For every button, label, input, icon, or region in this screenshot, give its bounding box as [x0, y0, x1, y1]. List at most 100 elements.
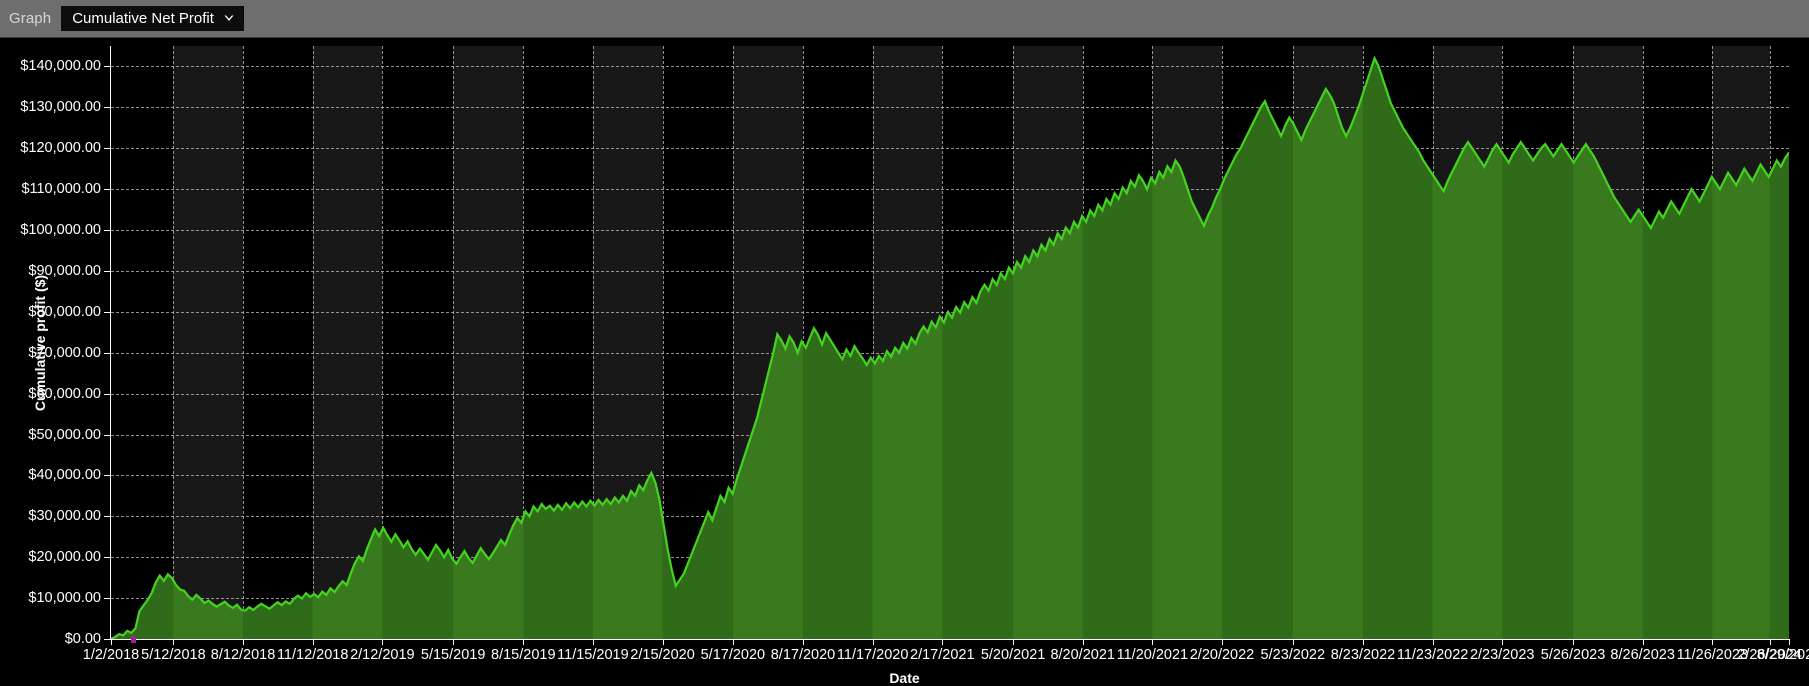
y-axis-label: $30,000.00: [28, 508, 101, 525]
y-axis-tick: [104, 639, 110, 640]
chart-window: Graph Cumulative Net Profit Cumulative p…: [0, 0, 1809, 686]
x-axis-label: 5/20/2021: [980, 647, 1046, 663]
x-axis-label: 2/23/2023: [1469, 647, 1535, 663]
x-axis-label: 5/26/2023: [1540, 647, 1606, 663]
x-axis-tick: [243, 639, 245, 645]
chevron-down-icon: [223, 12, 235, 24]
x-axis-tick: [872, 639, 874, 645]
y-axis-label: $0.00: [64, 631, 101, 647]
x-axis-tick: [1573, 639, 1575, 645]
x-axis-tick: [1502, 639, 1504, 645]
x-axis-label: 5/15/2019: [420, 647, 486, 663]
trade-start-marker: [131, 636, 137, 643]
y-axis-label: $40,000.00: [28, 467, 101, 484]
toolbar: Graph Cumulative Net Profit: [0, 0, 1809, 38]
area-fill-band: [1013, 58, 1083, 639]
x-axis-tick: [1769, 639, 1771, 645]
y-axis-label: $60,000.00: [28, 385, 101, 402]
x-axis-labels: 1/2/2018 5/12/2018 8/12/2018 11/12/2018 2/12…: [0, 647, 1809, 669]
x-axis-line: [110, 639, 1789, 640]
y-axis-tick: [104, 352, 110, 354]
area-fill-band: [872, 58, 943, 639]
y-axis-label: $70,000.00: [28, 344, 101, 361]
x-axis-tick: [453, 639, 455, 645]
x-axis-label: 5/23/2022: [1260, 647, 1326, 663]
area-fill-band: [453, 58, 524, 639]
y-axis-tick: [104, 475, 110, 477]
x-axis-tick: [1432, 639, 1434, 645]
x-axis-title: Date: [889, 670, 920, 686]
y-axis-label: $120,000.00: [20, 140, 101, 157]
x-axis-tick: [1222, 639, 1223, 645]
y-axis-tick: [104, 107, 110, 109]
x-axis-label: 8/15/2019: [491, 647, 556, 663]
area-fill-band: [1712, 58, 1770, 639]
y-axis-label: $20,000.00: [28, 549, 101, 566]
x-axis-tick: [1013, 639, 1015, 645]
x-axis-tick: [803, 639, 804, 645]
area-fill-band: [1573, 58, 1643, 639]
y-axis-tick: [104, 557, 110, 559]
area-fill-band: [312, 58, 383, 639]
graph-type-select-value: Cumulative Net Profit: [72, 10, 214, 27]
y-axis-label: $10,000.00: [28, 590, 101, 607]
x-axis-tick: [1152, 639, 1154, 645]
x-axis-label: 11/15/2019: [557, 647, 629, 663]
y-axis-tick: [104, 270, 110, 272]
y-axis-tick: [104, 516, 110, 518]
x-axis-label: 5/17/2020: [700, 647, 766, 663]
x-axis-label: 5/12/2018: [141, 647, 206, 663]
y-axis-label: $50,000.00: [28, 426, 101, 443]
x-axis-label: 2/17/2021: [910, 647, 975, 663]
chart-canvas: Cumulative profit ($) $0.00 $10,000.00 $20…: [0, 38, 1809, 686]
plot-area: [111, 46, 1789, 639]
x-axis-tick: [1292, 639, 1294, 645]
x-axis-label: 8/20/2021: [1050, 647, 1115, 663]
x-axis-label: 8/12/2018: [210, 647, 276, 663]
x-axis-tick: [1712, 639, 1714, 645]
y-axis-tick: [104, 66, 110, 68]
y-axis-labels: $0.00 $10,000.00 $20,000.00 $30,000.00 $40,0…: [0, 38, 101, 683]
x-axis-tick: [1642, 639, 1644, 645]
y-axis-tick: [104, 148, 110, 150]
y-axis-tick: [104, 230, 110, 232]
x-axis-label: 11/17/2020: [836, 647, 909, 663]
area-fill: [111, 58, 1789, 639]
x-axis-tick: [312, 639, 314, 645]
y-axis-label: $100,000.00: [20, 222, 101, 239]
x-axis-tick: [1362, 639, 1364, 645]
x-axis-tick: [662, 639, 664, 645]
y-axis-label: $140,000.00: [20, 58, 101, 75]
x-axis-tick: [1082, 639, 1084, 645]
y-axis-label: $130,000.00: [20, 99, 101, 116]
y-axis-tick: [104, 189, 110, 191]
x-axis-tick: [111, 639, 112, 645]
x-axis-label: 8/17/2020: [770, 647, 836, 663]
x-axis-tick: [523, 639, 525, 645]
x-axis-tick: [732, 639, 734, 645]
x-axis-label: 2/12/2019: [350, 647, 415, 663]
y-axis-line: [110, 46, 111, 640]
x-axis-label: 8/29/2024: [1756, 647, 1809, 663]
x-axis-label: 8/26/2023: [1610, 647, 1675, 663]
y-axis-tick: [104, 434, 110, 436]
x-axis-tick: [942, 639, 944, 645]
area-fill-band: [173, 58, 244, 639]
graph-type-select[interactable]: Cumulative Net Profit: [61, 6, 244, 31]
x-axis-label: 2/15/2020: [630, 647, 695, 663]
cumulative-net-profit-series: [111, 46, 1789, 639]
graph-label: Graph: [9, 10, 52, 27]
x-axis-tick: [382, 639, 384, 645]
x-axis-tick: [1789, 639, 1790, 645]
area-fill-band: [1432, 58, 1503, 639]
y-axis-label: $90,000.00: [28, 262, 101, 279]
y-axis-tick: [104, 598, 110, 600]
x-axis-tick: [173, 639, 175, 645]
x-axis-label: 2/20/2022: [1189, 647, 1255, 663]
x-axis-label: 1/2/2018: [82, 647, 140, 663]
x-axis-tick: [592, 639, 594, 645]
x-axis-label: 8/23/2022: [1330, 647, 1396, 663]
y-axis-tick: [104, 311, 110, 313]
y-axis-tick: [104, 393, 110, 395]
x-axis-label: 11/20/2021: [1116, 647, 1189, 663]
